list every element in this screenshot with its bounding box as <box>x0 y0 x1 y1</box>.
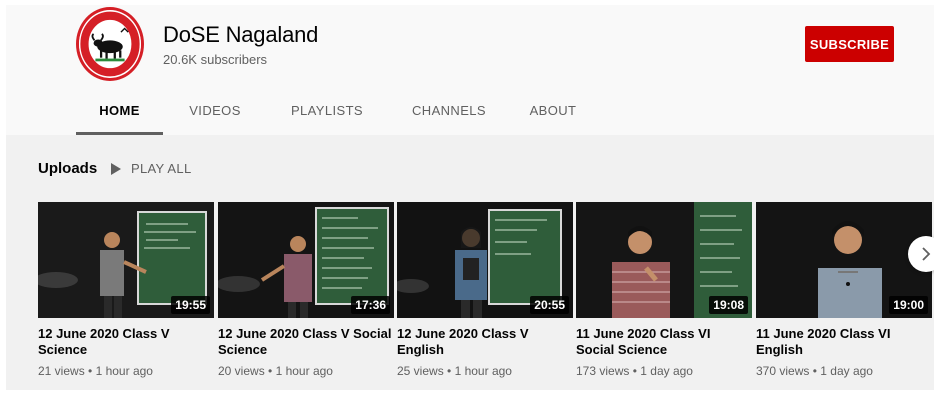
upload-age: 1 hour ago <box>95 364 153 378</box>
uploads-shelf: 19:55 12 June 2020 Class V Science 21 vi… <box>38 202 934 390</box>
video-card[interactable]: 20:55 12 June 2020 Class V English 25 vi… <box>397 202 573 378</box>
upload-age: 1 day ago <box>820 364 873 378</box>
tab-videos[interactable]: VIDEOS <box>165 93 265 135</box>
video-card[interactable]: 19:08 11 June 2020 Class VI Social Scien… <box>576 202 752 378</box>
video-title[interactable]: 12 June 2020 Class V English <box>397 326 573 358</box>
meta-separator: • <box>268 364 273 378</box>
channel-tabs: HOME VIDEOS PLAYLISTS CHANNELS ABOUT <box>76 93 597 135</box>
government-seal-icon <box>79 10 141 78</box>
video-meta: 21 views • 1 hour ago <box>38 364 214 378</box>
view-count: 21 views <box>38 364 85 378</box>
view-count: 173 views <box>576 364 630 378</box>
page-frame: DoSE Nagaland 20.6K subscribers SUBSCRIB… <box>6 5 934 390</box>
channel-header: DoSE Nagaland 20.6K subscribers SUBSCRIB… <box>6 5 934 135</box>
meta-separator: • <box>88 364 93 378</box>
video-duration: 17:36 <box>351 296 390 314</box>
play-all-label: PLAY ALL <box>131 161 192 176</box>
meta-separator: • <box>812 364 817 378</box>
video-card[interactable]: 19:00 11 June 2020 Class VI English 370 … <box>756 202 932 378</box>
channel-name[interactable]: DoSE Nagaland <box>163 22 318 48</box>
tab-about[interactable]: ABOUT <box>509 93 597 135</box>
video-thumbnail[interactable]: 19:55 <box>38 202 214 318</box>
video-duration: 19:55 <box>171 296 210 314</box>
meta-separator: • <box>447 364 452 378</box>
video-card[interactable]: 19:55 12 June 2020 Class V Science 21 vi… <box>38 202 214 378</box>
chevron-right-icon <box>922 247 931 261</box>
video-meta: 173 views • 1 day ago <box>576 364 752 378</box>
video-duration: 20:55 <box>530 296 569 314</box>
upload-age: 1 hour ago <box>454 364 512 378</box>
video-title[interactable]: 11 June 2020 Class VI Social Science <box>576 326 752 358</box>
subscribe-button[interactable]: SUBSCRIBE <box>805 26 894 62</box>
tab-playlists[interactable]: PLAYLISTS <box>271 93 383 135</box>
uploads-section: Uploads PLAY ALL 19:55 12 June 2020 Clas… <box>6 135 934 390</box>
video-card[interactable]: 17:36 12 June 2020 Class V Social Scienc… <box>218 202 394 378</box>
upload-age: 1 day ago <box>640 364 693 378</box>
video-meta: 370 views • 1 day ago <box>756 364 932 378</box>
tab-channels[interactable]: CHANNELS <box>391 93 507 135</box>
video-duration: 19:08 <box>709 296 748 314</box>
video-thumbnail[interactable]: 19:00 <box>756 202 932 318</box>
play-icon <box>111 162 121 175</box>
channel-avatar[interactable] <box>76 7 144 81</box>
video-thumbnail[interactable]: 17:36 <box>218 202 394 318</box>
view-count: 20 views <box>218 364 265 378</box>
video-duration: 19:00 <box>889 296 928 314</box>
meta-separator: • <box>632 364 637 378</box>
video-title[interactable]: 12 June 2020 Class V Science <box>38 326 214 358</box>
tab-home[interactable]: HOME <box>76 93 163 135</box>
view-count: 370 views <box>756 364 810 378</box>
video-title[interactable]: 11 June 2020 Class VI English <box>756 326 932 358</box>
view-count: 25 views <box>397 364 444 378</box>
video-meta: 25 views • 1 hour ago <box>397 364 573 378</box>
video-thumbnail[interactable]: 20:55 <box>397 202 573 318</box>
video-thumbnail[interactable]: 19:08 <box>576 202 752 318</box>
video-title[interactable]: 12 June 2020 Class V Social Science <box>218 326 394 358</box>
uploads-heading[interactable]: Uploads <box>38 160 97 177</box>
video-meta: 20 views • 1 hour ago <box>218 364 394 378</box>
upload-age: 1 hour ago <box>275 364 333 378</box>
subscriber-count: 20.6K subscribers <box>163 52 268 67</box>
play-all-button[interactable]: PLAY ALL <box>111 161 191 176</box>
